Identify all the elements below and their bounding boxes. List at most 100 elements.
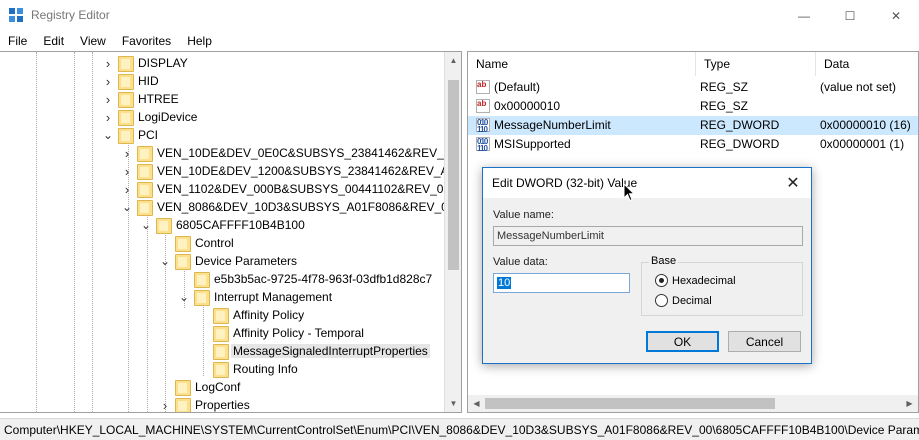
tree-node[interactable]: Affinity Policy - Temporal: [213, 324, 366, 342]
folder-icon: [175, 253, 191, 270]
folder-icon: [175, 379, 191, 396]
folder-icon: [156, 217, 172, 234]
list-horizontal-scrollbar[interactable]: ◀ ▶: [468, 395, 918, 412]
expand-chevron-icon[interactable]: ›: [103, 72, 113, 90]
value-name-field: MessageNumberLimit: [493, 226, 803, 246]
column-header-data[interactable]: Data: [816, 52, 918, 76]
edit-dword-dialog: Edit DWORD (32-bit) Value ✕ Value name: …: [482, 167, 812, 364]
tree-node[interactable]: › HID: [106, 72, 161, 90]
scroll-right-arrow-icon[interactable]: ▶: [901, 395, 918, 412]
folder-icon: [137, 163, 153, 180]
folder-icon: [118, 55, 134, 72]
tree-node-label: DISPLAY: [138, 56, 188, 70]
collapse-chevron-icon[interactable]: ⌄: [160, 252, 170, 270]
collapse-chevron-icon[interactable]: ⌄: [179, 288, 189, 306]
tree-vertical-scrollbar[interactable]: ▲ ▼: [444, 52, 461, 412]
tree-node[interactable]: LogConf: [175, 378, 242, 396]
scroll-left-arrow-icon[interactable]: ◀: [468, 395, 485, 412]
value-data: 0x00000001 (1): [820, 137, 905, 151]
collapse-chevron-icon[interactable]: ⌄: [103, 126, 113, 144]
folder-icon: [213, 361, 229, 378]
folder-icon: [194, 289, 210, 306]
tree-node[interactable]: › HTREE: [106, 90, 181, 108]
value-row[interactable]: 010 110 MSISupported REG_DWORD 0x00000001…: [468, 135, 918, 154]
value-row-selected[interactable]: 010 110 MessageNumberLimit REG_DWORD 0x00…: [468, 116, 918, 135]
tree-node-label: e5b3b5ac-9725-4f78-963f-03dfb1d828c7: [214, 272, 433, 286]
dialog-close-button[interactable]: ✕: [781, 171, 805, 195]
title-bar: Registry Editor — ☐ ✕: [0, 0, 919, 31]
scroll-thumb[interactable]: [485, 398, 775, 409]
tree-node[interactable]: › Properties: [163, 396, 252, 412]
radio-unchecked-icon: [655, 294, 668, 307]
tree-node[interactable]: MessageSignaledInterruptProperties: [213, 342, 430, 360]
value-type: REG_SZ: [700, 80, 749, 94]
value-name: MessageNumberLimit: [494, 118, 611, 132]
tree-node[interactable]: e5b3b5ac-9725-4f78-963f-03dfb1d828c7: [194, 270, 434, 288]
menu-help[interactable]: Help: [179, 31, 220, 51]
folder-icon: [118, 73, 134, 90]
tree-node-label: Affinity Policy: [233, 308, 305, 322]
scroll-thumb[interactable]: [448, 80, 459, 270]
menu-view[interactable]: View: [72, 31, 114, 51]
folder-icon: [118, 91, 134, 108]
radio-decimal[interactable]: Decimal: [655, 294, 712, 307]
tree-node-label: Control: [195, 236, 234, 250]
minimize-icon: —: [798, 8, 810, 23]
tree-node[interactable]: ⌄ 6805CAFFFF10B4B100: [141, 216, 307, 234]
menu-file[interactable]: File: [0, 31, 35, 51]
tree-node[interactable]: ⌄ Interrupt Management: [179, 288, 334, 306]
menu-edit[interactable]: Edit: [35, 31, 72, 51]
column-header-type[interactable]: Type: [696, 52, 816, 76]
cancel-button[interactable]: Cancel: [728, 331, 801, 352]
dword-value-icon: 010 110: [476, 118, 490, 134]
minimize-button[interactable]: —: [781, 0, 827, 31]
radio-decimal-label: Decimal: [672, 294, 712, 307]
folder-icon: [213, 343, 229, 360]
collapse-chevron-icon[interactable]: ⌄: [122, 198, 132, 216]
tree-node[interactable]: › VEN_10DE&DEV_0E0C&SUBSYS_23841462&REV_A…: [125, 144, 461, 162]
column-header-name[interactable]: Name: [468, 52, 696, 76]
tree-node[interactable]: › VEN_1102&DEV_000B&SUBSYS_00441102&REV_0…: [125, 180, 452, 198]
close-button[interactable]: ✕: [873, 0, 919, 31]
dialog-title-bar[interactable]: Edit DWORD (32-bit) Value ✕: [483, 168, 811, 198]
tree-node[interactable]: › VEN_10DE&DEV_1200&SUBSYS_23841462&REV_A…: [125, 162, 457, 180]
expand-chevron-icon[interactable]: ›: [160, 396, 170, 413]
value-data-input[interactable]: 10: [493, 273, 630, 293]
value-data-text: 10: [497, 277, 512, 289]
expand-chevron-icon[interactable]: ›: [103, 54, 113, 72]
folder-icon: [137, 199, 153, 216]
folder-icon: [213, 307, 229, 324]
tree-node[interactable]: ⌄ VEN_8086&DEV_10D3&SUBSYS_A01F8086&REV_0…: [122, 198, 457, 216]
expand-chevron-icon[interactable]: ›: [103, 108, 113, 126]
value-data-label: Value data:: [493, 256, 548, 268]
value-name: MSISupported: [494, 137, 571, 151]
tree-node[interactable]: Routing Info: [213, 360, 300, 378]
folder-icon: [194, 271, 210, 288]
menu-favorites[interactable]: Favorites: [114, 31, 179, 51]
maximize-button[interactable]: ☐: [827, 0, 873, 31]
tree-node[interactable]: ⌄ Device Parameters: [160, 252, 299, 270]
collapse-chevron-icon[interactable]: ⌄: [141, 216, 151, 234]
expand-chevron-icon[interactable]: ›: [122, 144, 132, 162]
tree-node[interactable]: Control: [175, 234, 236, 252]
expand-chevron-icon[interactable]: ›: [122, 180, 132, 198]
scroll-up-arrow-icon[interactable]: ▲: [445, 52, 461, 69]
value-row[interactable]: ab 0x00000010 REG_SZ: [468, 97, 918, 116]
tree-node[interactable]: › DISPLAY: [106, 54, 190, 72]
menu-bar: File Edit View Favorites Help: [0, 31, 220, 51]
radio-hexadecimal[interactable]: Hexadecimal: [655, 274, 736, 287]
expand-chevron-icon[interactable]: ›: [122, 162, 132, 180]
folder-icon: [137, 145, 153, 162]
registry-tree[interactable]: › DISPLAY › HID › HTREE › LogiDevice ⌄ PCI › VEN_10…: [0, 51, 462, 413]
ok-button[interactable]: OK: [646, 331, 719, 352]
folder-icon: [118, 127, 134, 144]
value-row[interactable]: ab (Default) REG_SZ (value not set): [468, 78, 918, 97]
scroll-down-arrow-icon[interactable]: ▼: [445, 395, 461, 412]
dword-value-icon: 010 110: [476, 137, 490, 153]
expand-chevron-icon[interactable]: ›: [103, 90, 113, 108]
dialog-title: Edit DWORD (32-bit) Value: [492, 176, 638, 190]
radio-checked-icon: [655, 274, 668, 287]
tree-node[interactable]: Affinity Policy: [213, 306, 306, 324]
tree-node[interactable]: › LogiDevice: [106, 108, 199, 126]
tree-node[interactable]: ⌄ PCI: [103, 126, 160, 144]
